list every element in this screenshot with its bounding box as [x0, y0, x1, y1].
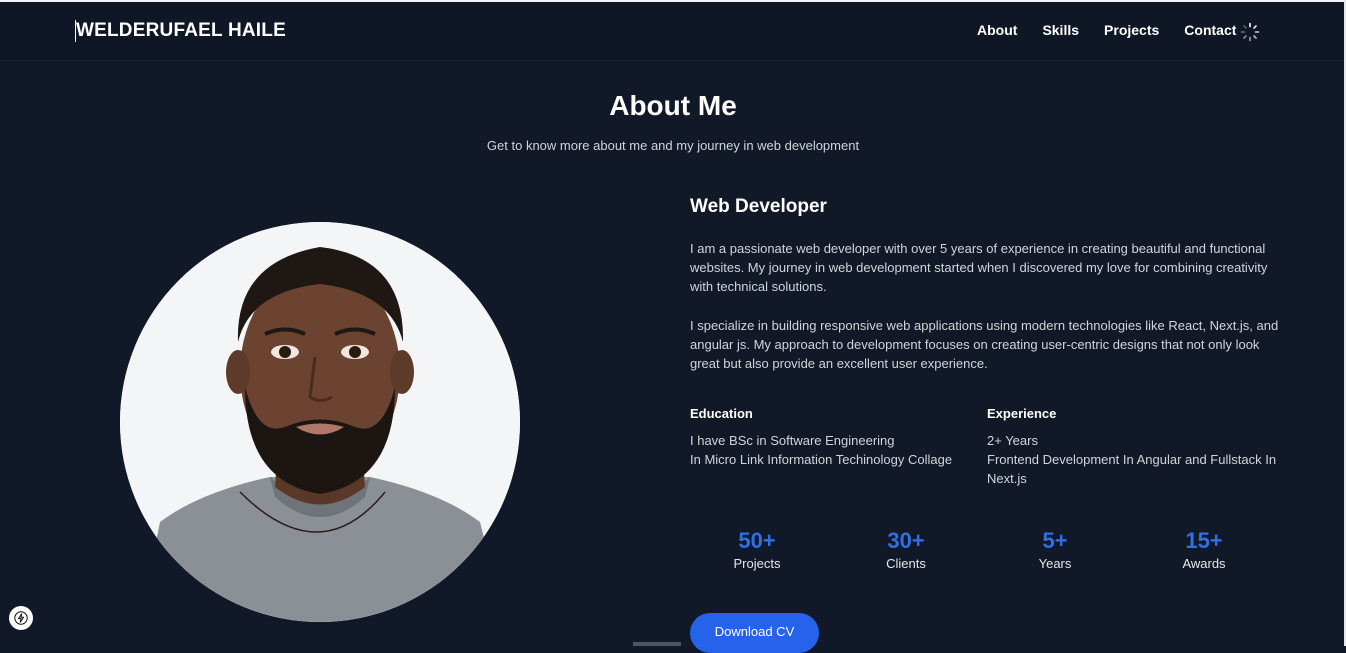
nav-skills[interactable]: Skills	[1042, 22, 1079, 38]
education-heading: Education	[690, 406, 753, 421]
stat-label: Clients	[886, 556, 926, 571]
experience-line: Frontend Development In Angular and Full…	[987, 452, 1277, 486]
experience-text: 2+ Years Frontend Development In Angular…	[987, 431, 1279, 488]
site-brand[interactable]: WELDERUFAEL HAILE	[75, 20, 286, 42]
stat-label: Years	[1038, 556, 1072, 571]
loading-spinner-icon[interactable]	[1240, 22, 1260, 42]
stat-value: 50+	[738, 528, 776, 553]
lightning-icon	[14, 611, 28, 625]
about-paragraph-1: I am a passionate web developer with ove…	[690, 241, 1268, 294]
experience-line: 2+ Years	[987, 433, 1038, 448]
stat-value: 15+	[1185, 528, 1223, 553]
download-cv-button[interactable]: Download CV	[690, 613, 819, 653]
dev-tools-button[interactable]	[9, 606, 33, 630]
stat-value: 5+	[1042, 528, 1068, 553]
section-subtitle: Get to know more about me and my journey…	[486, 138, 860, 153]
profile-portrait	[120, 222, 520, 622]
nav-about[interactable]: About	[977, 22, 1017, 38]
stat-clients: 30+ Clients	[846, 528, 966, 571]
stat-years: 5+ Years	[995, 528, 1115, 571]
experience-heading: Experience	[987, 406, 1057, 421]
nav-contact[interactable]: Contact	[1184, 22, 1236, 38]
education-line: In Micro Link Information Techinology Co…	[690, 452, 953, 467]
about-paragraph-2: I specialize in building responsive web …	[690, 318, 1279, 371]
stat-label: Awards	[1182, 556, 1226, 571]
role-title: Web Developer	[690, 196, 827, 217]
scrollbar-thumb[interactable]	[633, 642, 681, 646]
stat-value: 30+	[887, 528, 925, 553]
stat-label: Projects	[733, 556, 781, 571]
education-line: I have BSc in Software Engineering	[690, 433, 895, 448]
stat-projects: 50+ Projects	[697, 528, 817, 571]
section-title: About Me	[609, 90, 737, 121]
education-text: I have BSc in Software Engineering In Mi…	[690, 431, 970, 469]
profile-photo	[120, 222, 520, 622]
main-nav: About Skills Projects Contact	[977, 22, 1261, 38]
nav-projects[interactable]: Projects	[1104, 22, 1159, 38]
site-header: WELDERUFAEL HAILE About Skills Projects …	[0, 2, 1344, 61]
stat-awards: 15+ Awards	[1144, 528, 1264, 571]
